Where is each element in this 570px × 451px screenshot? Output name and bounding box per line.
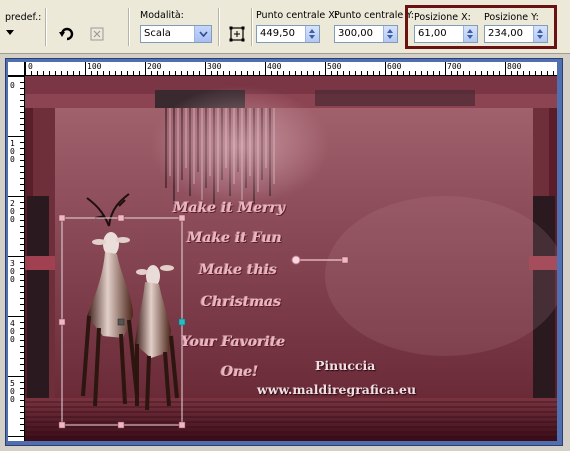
center-x-field[interactable]: 449,50 xyxy=(256,25,320,43)
ruler-label: 300 xyxy=(207,62,222,71)
spin-down-icon[interactable] xyxy=(309,35,315,39)
ruler-label: 700 xyxy=(447,62,462,71)
center-x-label: Punto centrale X: xyxy=(256,10,338,21)
spin-up-icon[interactable] xyxy=(467,29,473,33)
center-pivot-icon xyxy=(229,26,245,42)
signature-text: Pinuccia xyxy=(315,358,376,373)
poem-line: Christmas xyxy=(201,294,282,310)
delete-button[interactable] xyxy=(86,23,108,45)
chevron-down-icon[interactable] xyxy=(194,26,211,42)
spin-buttons[interactable] xyxy=(305,26,319,42)
poem-line: Make it Fun xyxy=(187,230,282,246)
ruler-label: 100 xyxy=(10,139,15,164)
center-y-label: Punto centrale Y: xyxy=(334,10,414,21)
ruler-label: 0 xyxy=(28,62,33,71)
ruler-label: 100 xyxy=(87,62,102,71)
ruler-label: 200 xyxy=(147,62,162,71)
separator xyxy=(218,8,219,46)
spin-buttons[interactable] xyxy=(383,26,397,42)
mode-label: Modalità: xyxy=(140,10,184,21)
horizontal-ruler: 0 100 200 300 400 500 600 700 800 xyxy=(25,62,557,76)
spin-down-icon[interactable] xyxy=(537,35,543,39)
center-pivot-button[interactable] xyxy=(226,23,248,45)
center-x-value: 449,50 xyxy=(260,28,295,39)
spin-down-icon[interactable] xyxy=(467,35,473,39)
poem-line: One! xyxy=(221,364,259,380)
preset-label: predef.: xyxy=(5,12,42,23)
reset-button[interactable] xyxy=(56,23,78,45)
ruler-label: 800 xyxy=(507,62,522,71)
image-canvas[interactable]: Make it Merry Make it Fun Make this Chri… xyxy=(25,76,557,441)
ruler-label: 300 xyxy=(10,259,15,284)
reset-icon xyxy=(59,27,74,41)
spin-buttons[interactable] xyxy=(533,26,547,42)
tool-options-bar: predef.: Modalità: Scala Punto centrale … xyxy=(0,0,570,54)
center-y-value: 300,00 xyxy=(338,28,373,39)
vertical-ruler: 0 100 200 300 400 500 xyxy=(8,76,25,441)
preset-dropdown-icon[interactable] xyxy=(6,30,14,35)
center-y-field[interactable]: 300,00 xyxy=(334,25,398,43)
poem-line: Make it Merry xyxy=(173,200,285,216)
ruler-label: 500 xyxy=(327,62,342,71)
ruler-label: 400 xyxy=(10,319,15,344)
spin-buttons[interactable] xyxy=(463,26,477,42)
position-x-value: 61,00 xyxy=(418,28,447,39)
ruler-label: 500 xyxy=(10,379,15,404)
poem-line: Your Favorite xyxy=(181,334,286,350)
mode-select-value: Scala xyxy=(144,28,171,39)
delete-icon xyxy=(90,27,104,41)
separator xyxy=(251,8,252,46)
separator xyxy=(45,8,46,46)
ruler-label: 0 xyxy=(10,81,15,90)
ruler-corner xyxy=(8,62,25,76)
poem-line: Make this xyxy=(199,262,277,278)
website-text: www.maldiregrafica.eu xyxy=(257,382,417,397)
spin-up-icon[interactable] xyxy=(309,29,315,33)
position-y-value: 234,00 xyxy=(488,28,523,39)
ruler-label: 600 xyxy=(387,62,402,71)
spin-up-icon[interactable] xyxy=(537,29,543,33)
spin-down-icon[interactable] xyxy=(387,35,393,39)
ruler-label: 400 xyxy=(267,62,282,71)
ruler-label: 200 xyxy=(10,199,15,224)
position-y-label: Posizione Y: xyxy=(484,12,539,23)
position-y-field[interactable]: 234,00 xyxy=(484,25,548,43)
spin-up-icon[interactable] xyxy=(387,29,393,33)
mode-select[interactable]: Scala xyxy=(140,25,212,43)
separator xyxy=(128,8,129,46)
position-x-field[interactable]: 61,00 xyxy=(414,25,478,43)
position-x-label: Posizione X: xyxy=(414,12,471,23)
